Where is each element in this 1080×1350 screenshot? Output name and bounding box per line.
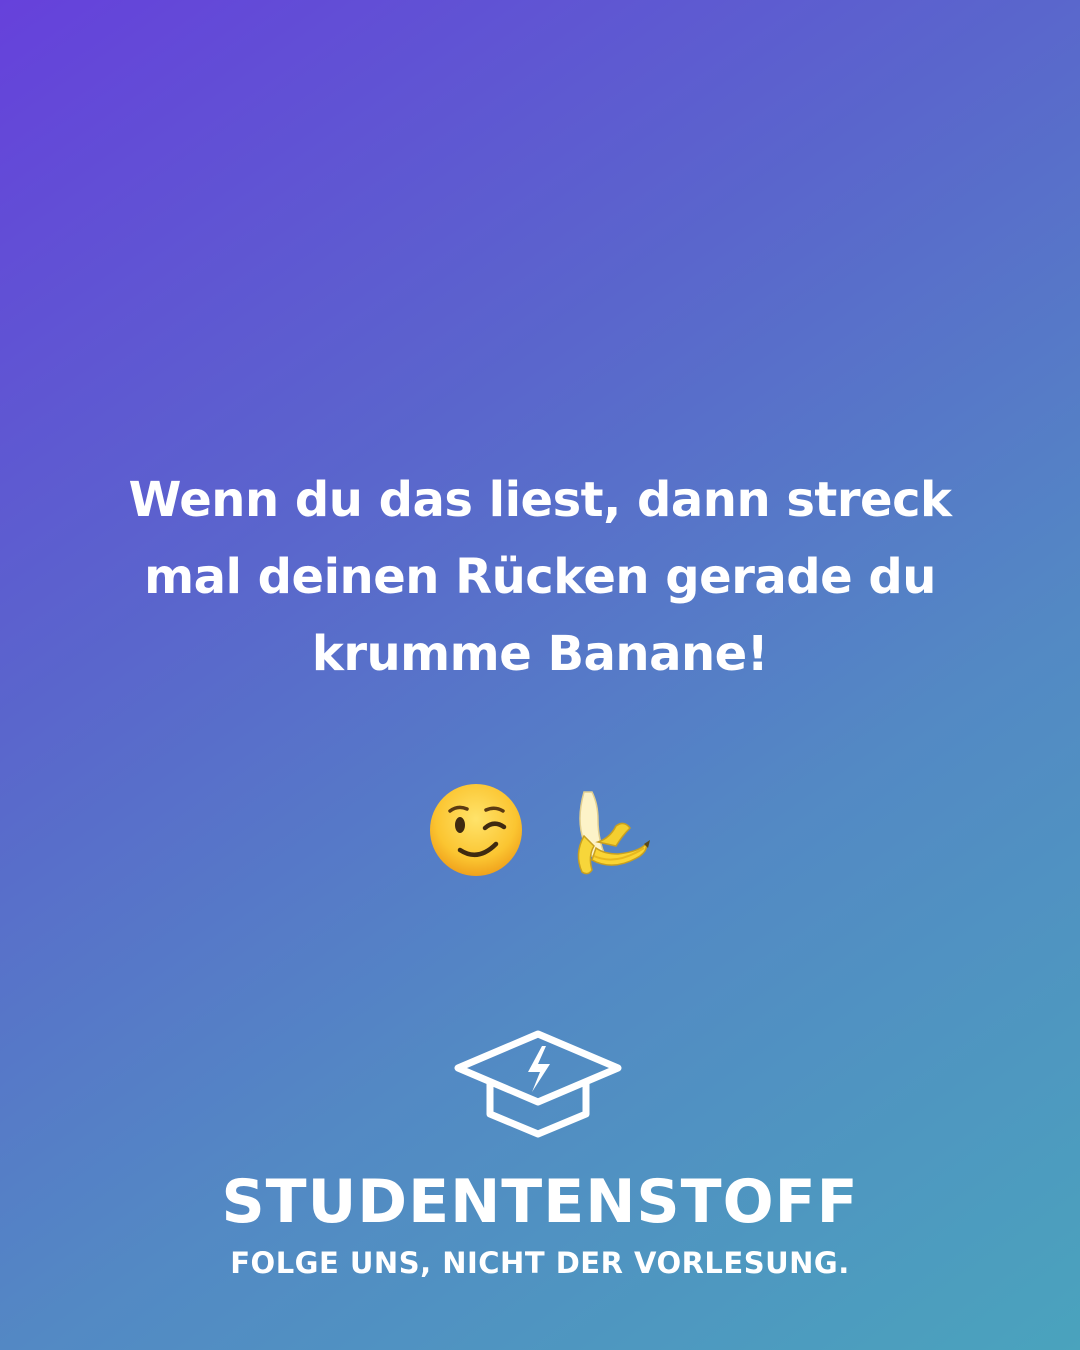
- brand-name: STUDENTENSTOFF: [221, 1167, 859, 1237]
- banana-emoji: [577, 791, 650, 875]
- brand-tagline: FOLGE UNS, NICHT DER VORLESUNG.: [230, 1246, 850, 1280]
- winking-face-emoji: [430, 784, 522, 876]
- quote-text: Wenn du das liest, dann streck mal deine…: [80, 462, 1000, 693]
- quote-line-3: krumme Banane!: [311, 626, 769, 682]
- emoji-row: [0, 780, 1080, 880]
- post-card: Wenn du das liest, dann streck mal deine…: [0, 0, 1080, 1350]
- quote-line-1: Wenn du das liest, dann streck: [128, 472, 952, 528]
- graduation-cap-lightning-icon: [454, 1030, 622, 1138]
- quote-line-2: mal deinen Rücken gerade du: [144, 549, 936, 605]
